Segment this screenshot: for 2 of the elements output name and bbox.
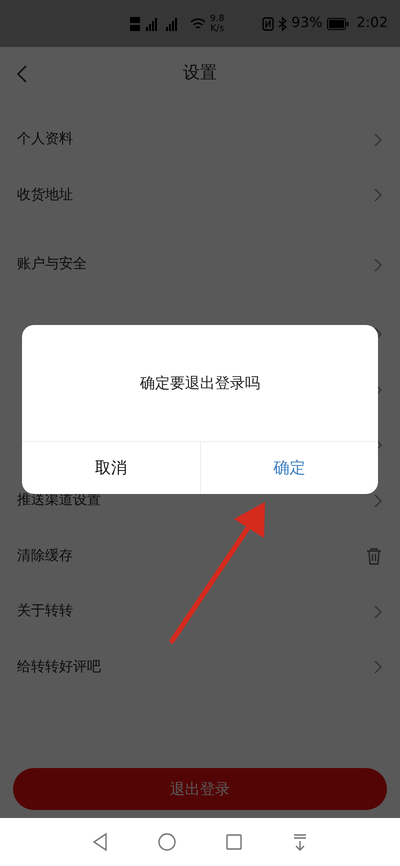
dialog-message: 确定要退出登录吗 [140, 372, 260, 394]
page-title: 设置 [183, 62, 217, 85]
